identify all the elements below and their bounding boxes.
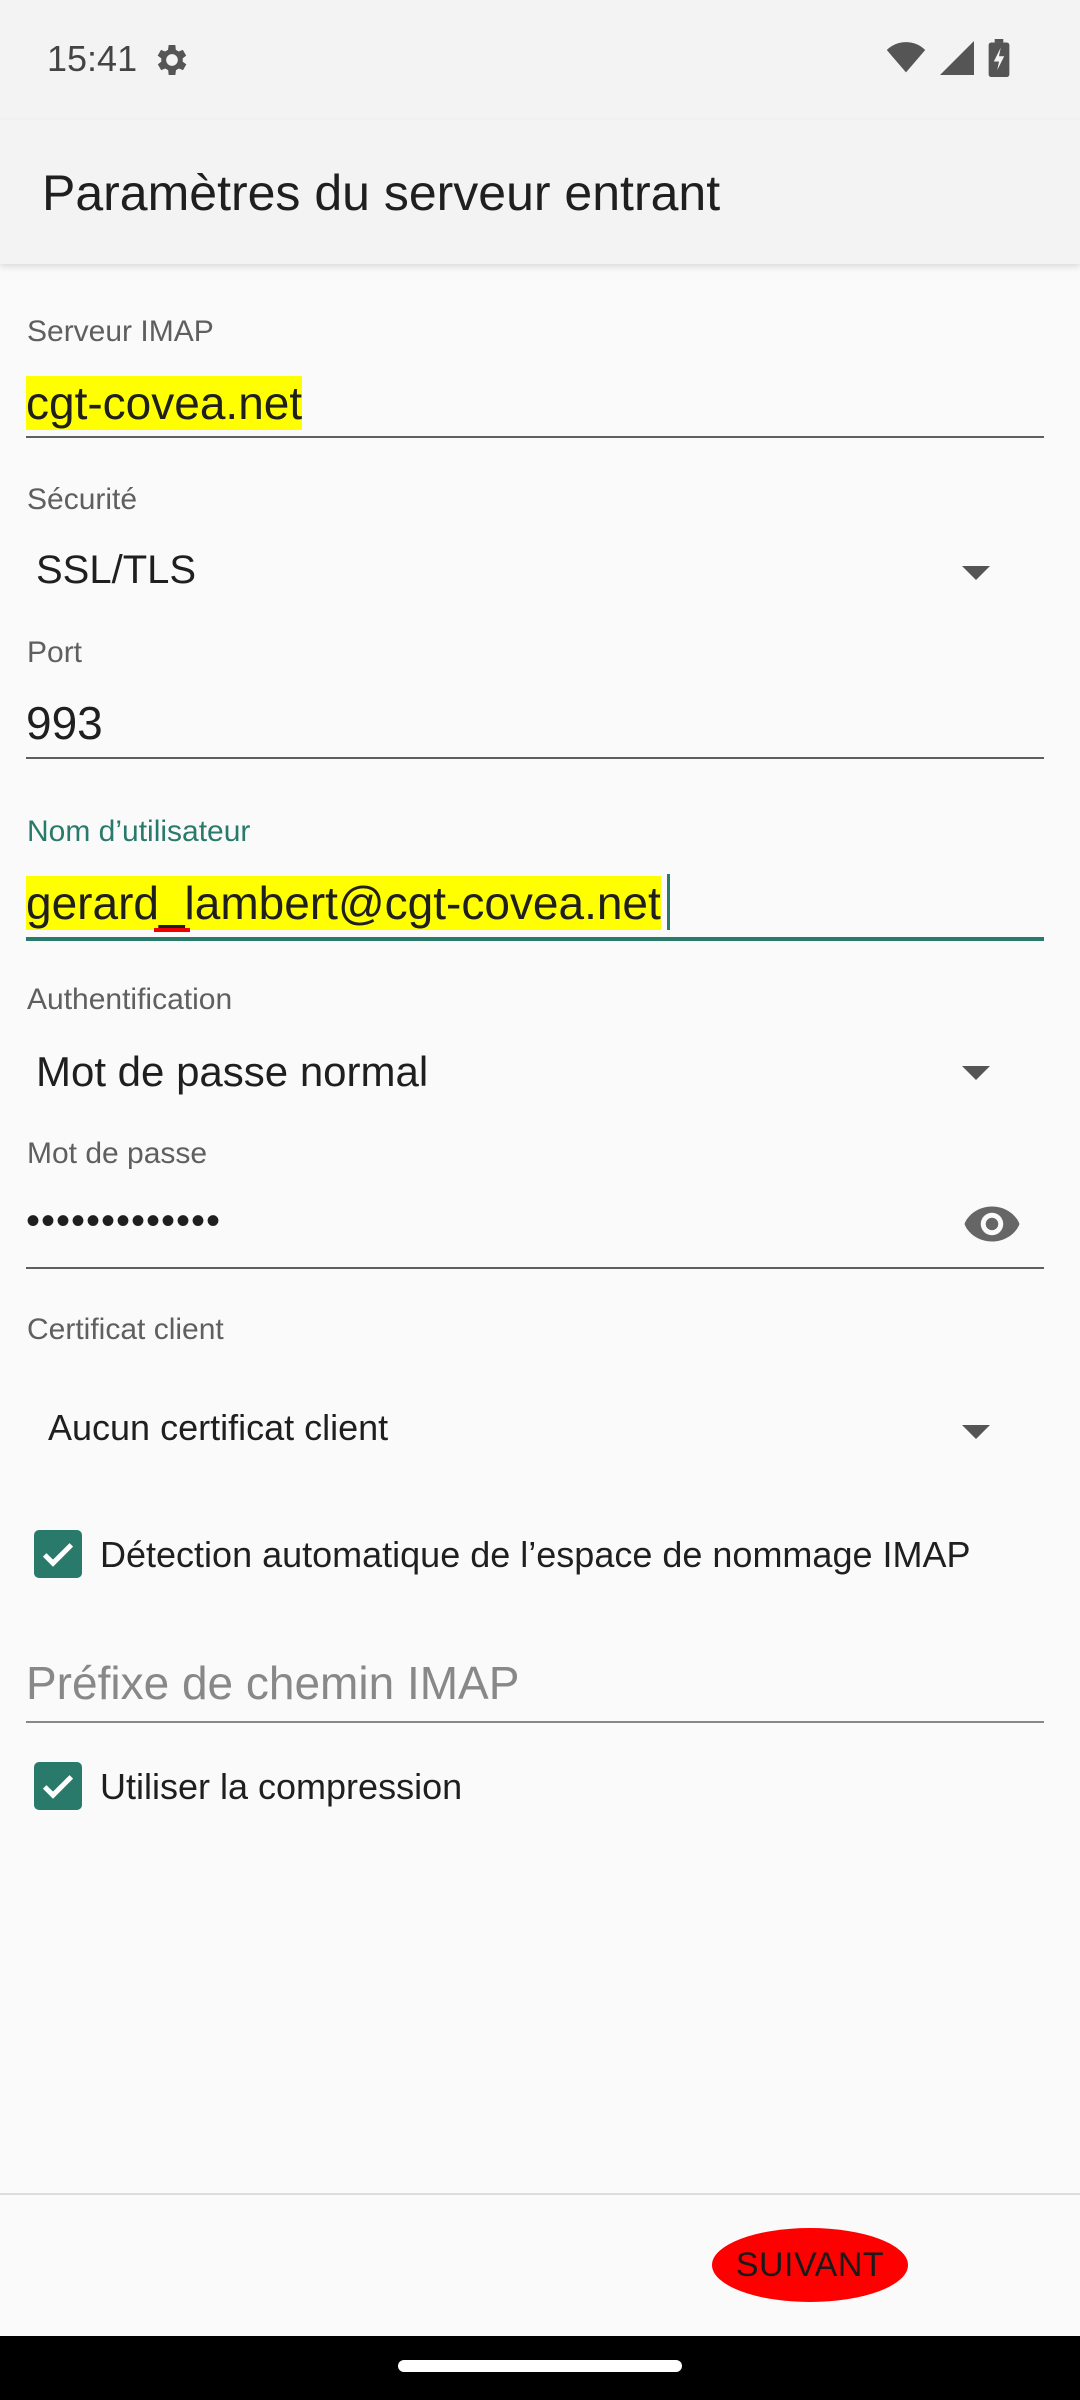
path-prefix-underline: [26, 1721, 1044, 1723]
username-input[interactable]: gerard_lambert@cgt-covea.net: [26, 866, 1044, 936]
client-certificate-label: Certificat client: [27, 1313, 224, 1346]
bottom-divider: [0, 2193, 1080, 2195]
text-cursor: [667, 874, 670, 930]
page-title: Paramètres du serveur entrant: [42, 165, 721, 221]
username-underline: [26, 937, 1044, 941]
gear-icon: [152, 40, 192, 80]
auto-namespace-checkbox-row[interactable]: Détection automatique de l’espace de nom…: [0, 1510, 1080, 1600]
auto-namespace-label: Détection automatique de l’espace de nom…: [100, 1534, 971, 1575]
authentication-value: Mot de passe normal: [36, 1048, 429, 1095]
imap-server-value: cgt-covea.net: [26, 376, 303, 430]
authentication-dropdown[interactable]: Mot de passe normal: [26, 1030, 1044, 1115]
compression-checkbox[interactable]: [34, 1762, 82, 1810]
next-button[interactable]: SUIVANT: [712, 2228, 908, 2302]
password-underline: [26, 1267, 1044, 1269]
cell-signal-icon: [940, 40, 974, 80]
spellcheck-underline: [154, 928, 190, 932]
chevron-down-icon: [962, 1425, 990, 1439]
auto-namespace-checkbox[interactable]: [34, 1530, 82, 1578]
imap-server-label: Serveur IMAP: [27, 315, 214, 348]
app-bar: Paramètres du serveur entrant: [0, 120, 1080, 264]
eye-icon[interactable]: [962, 1199, 1022, 1249]
status-bar: 15:41: [0, 0, 1080, 120]
client-certificate-dropdown[interactable]: Aucun certificat client: [26, 1385, 1044, 1475]
authentication-label: Authentification: [27, 983, 233, 1016]
imap-server-underline: [26, 436, 1044, 438]
port-underline: [26, 757, 1044, 759]
navigation-bar: [0, 2336, 1080, 2400]
password-label: Mot de passe: [27, 1137, 208, 1170]
password-input[interactable]: •••••••••••••: [26, 1185, 1044, 1265]
client-certificate-value: Aucun certificat client: [48, 1407, 389, 1448]
security-value: SSL/TLS: [36, 548, 197, 592]
compression-label: Utiliser la compression: [100, 1766, 463, 1807]
chevron-down-icon: [962, 566, 990, 580]
wifi-icon: [886, 41, 926, 79]
security-dropdown[interactable]: SSL/TLS: [26, 530, 1044, 615]
security-label: Sécurité: [27, 483, 138, 516]
home-gesture-handle[interactable]: [398, 2360, 682, 2372]
battery-charging-icon: [988, 38, 1010, 82]
chevron-down-icon: [962, 1066, 990, 1080]
username-value: gerard_lambert@cgt-covea.net: [26, 876, 661, 930]
password-value: •••••••••••••: [26, 1199, 222, 1243]
port-value: 993: [26, 697, 103, 749]
path-prefix-placeholder: Préfixe de chemin IMAP: [26, 1657, 520, 1709]
path-prefix-input[interactable]: Préfixe de chemin IMAP: [26, 1640, 1044, 1720]
port-label: Port: [27, 636, 83, 669]
compression-checkbox-row[interactable]: Utiliser la compression: [0, 1742, 1080, 1832]
port-input[interactable]: 993: [26, 680, 1044, 760]
imap-server-input[interactable]: cgt-covea.net: [26, 360, 1044, 440]
status-time: 15:41: [47, 38, 138, 79]
username-label: Nom d’utilisateur: [27, 815, 251, 848]
